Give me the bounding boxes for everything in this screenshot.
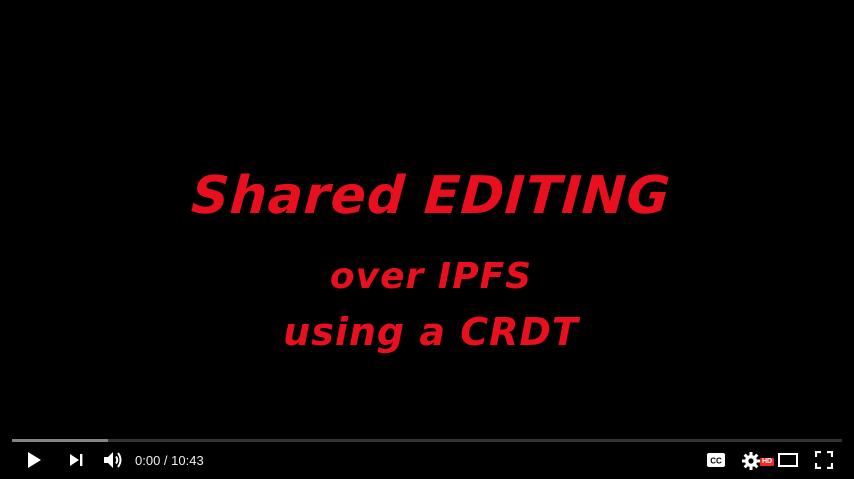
play-button[interactable] [16,442,52,478]
subtitles-button[interactable]: CC [698,442,734,478]
time-separator: / [160,453,172,468]
next-button[interactable] [58,442,94,478]
next-icon [69,453,83,467]
theater-mode-icon [778,453,798,467]
play-icon [26,451,42,469]
title-line-3: using a CRDT [283,310,579,354]
video-frame[interactable]: Shared EDITING over IPFS using a CRDT [0,0,854,479]
title-line-2: over IPFS [329,256,533,297]
control-bar: 0:00 / 10:43 CC HD [12,442,842,478]
current-time: 0:00 [135,453,161,468]
time-display: 0:00 / 10:43 [135,442,204,478]
duration: 10:43 [171,453,204,468]
gear-icon: HD [741,449,775,471]
theater-mode-button[interactable] [770,442,806,478]
svg-text:CC: CC [710,457,722,466]
mute-button[interactable] [96,442,132,478]
volume-icon [103,450,125,470]
fullscreen-icon [815,451,833,469]
video-player[interactable]: Shared EDITING over IPFS using a CRDT 0:… [0,0,854,479]
video-title-card: Shared EDITING over IPFS using a CRDT [0,0,854,430]
title-line-1: Shared EDITING [189,166,673,226]
closed-captions-icon: CC [706,452,726,468]
settings-button[interactable]: HD [734,442,775,478]
fullscreen-button[interactable] [806,442,842,478]
